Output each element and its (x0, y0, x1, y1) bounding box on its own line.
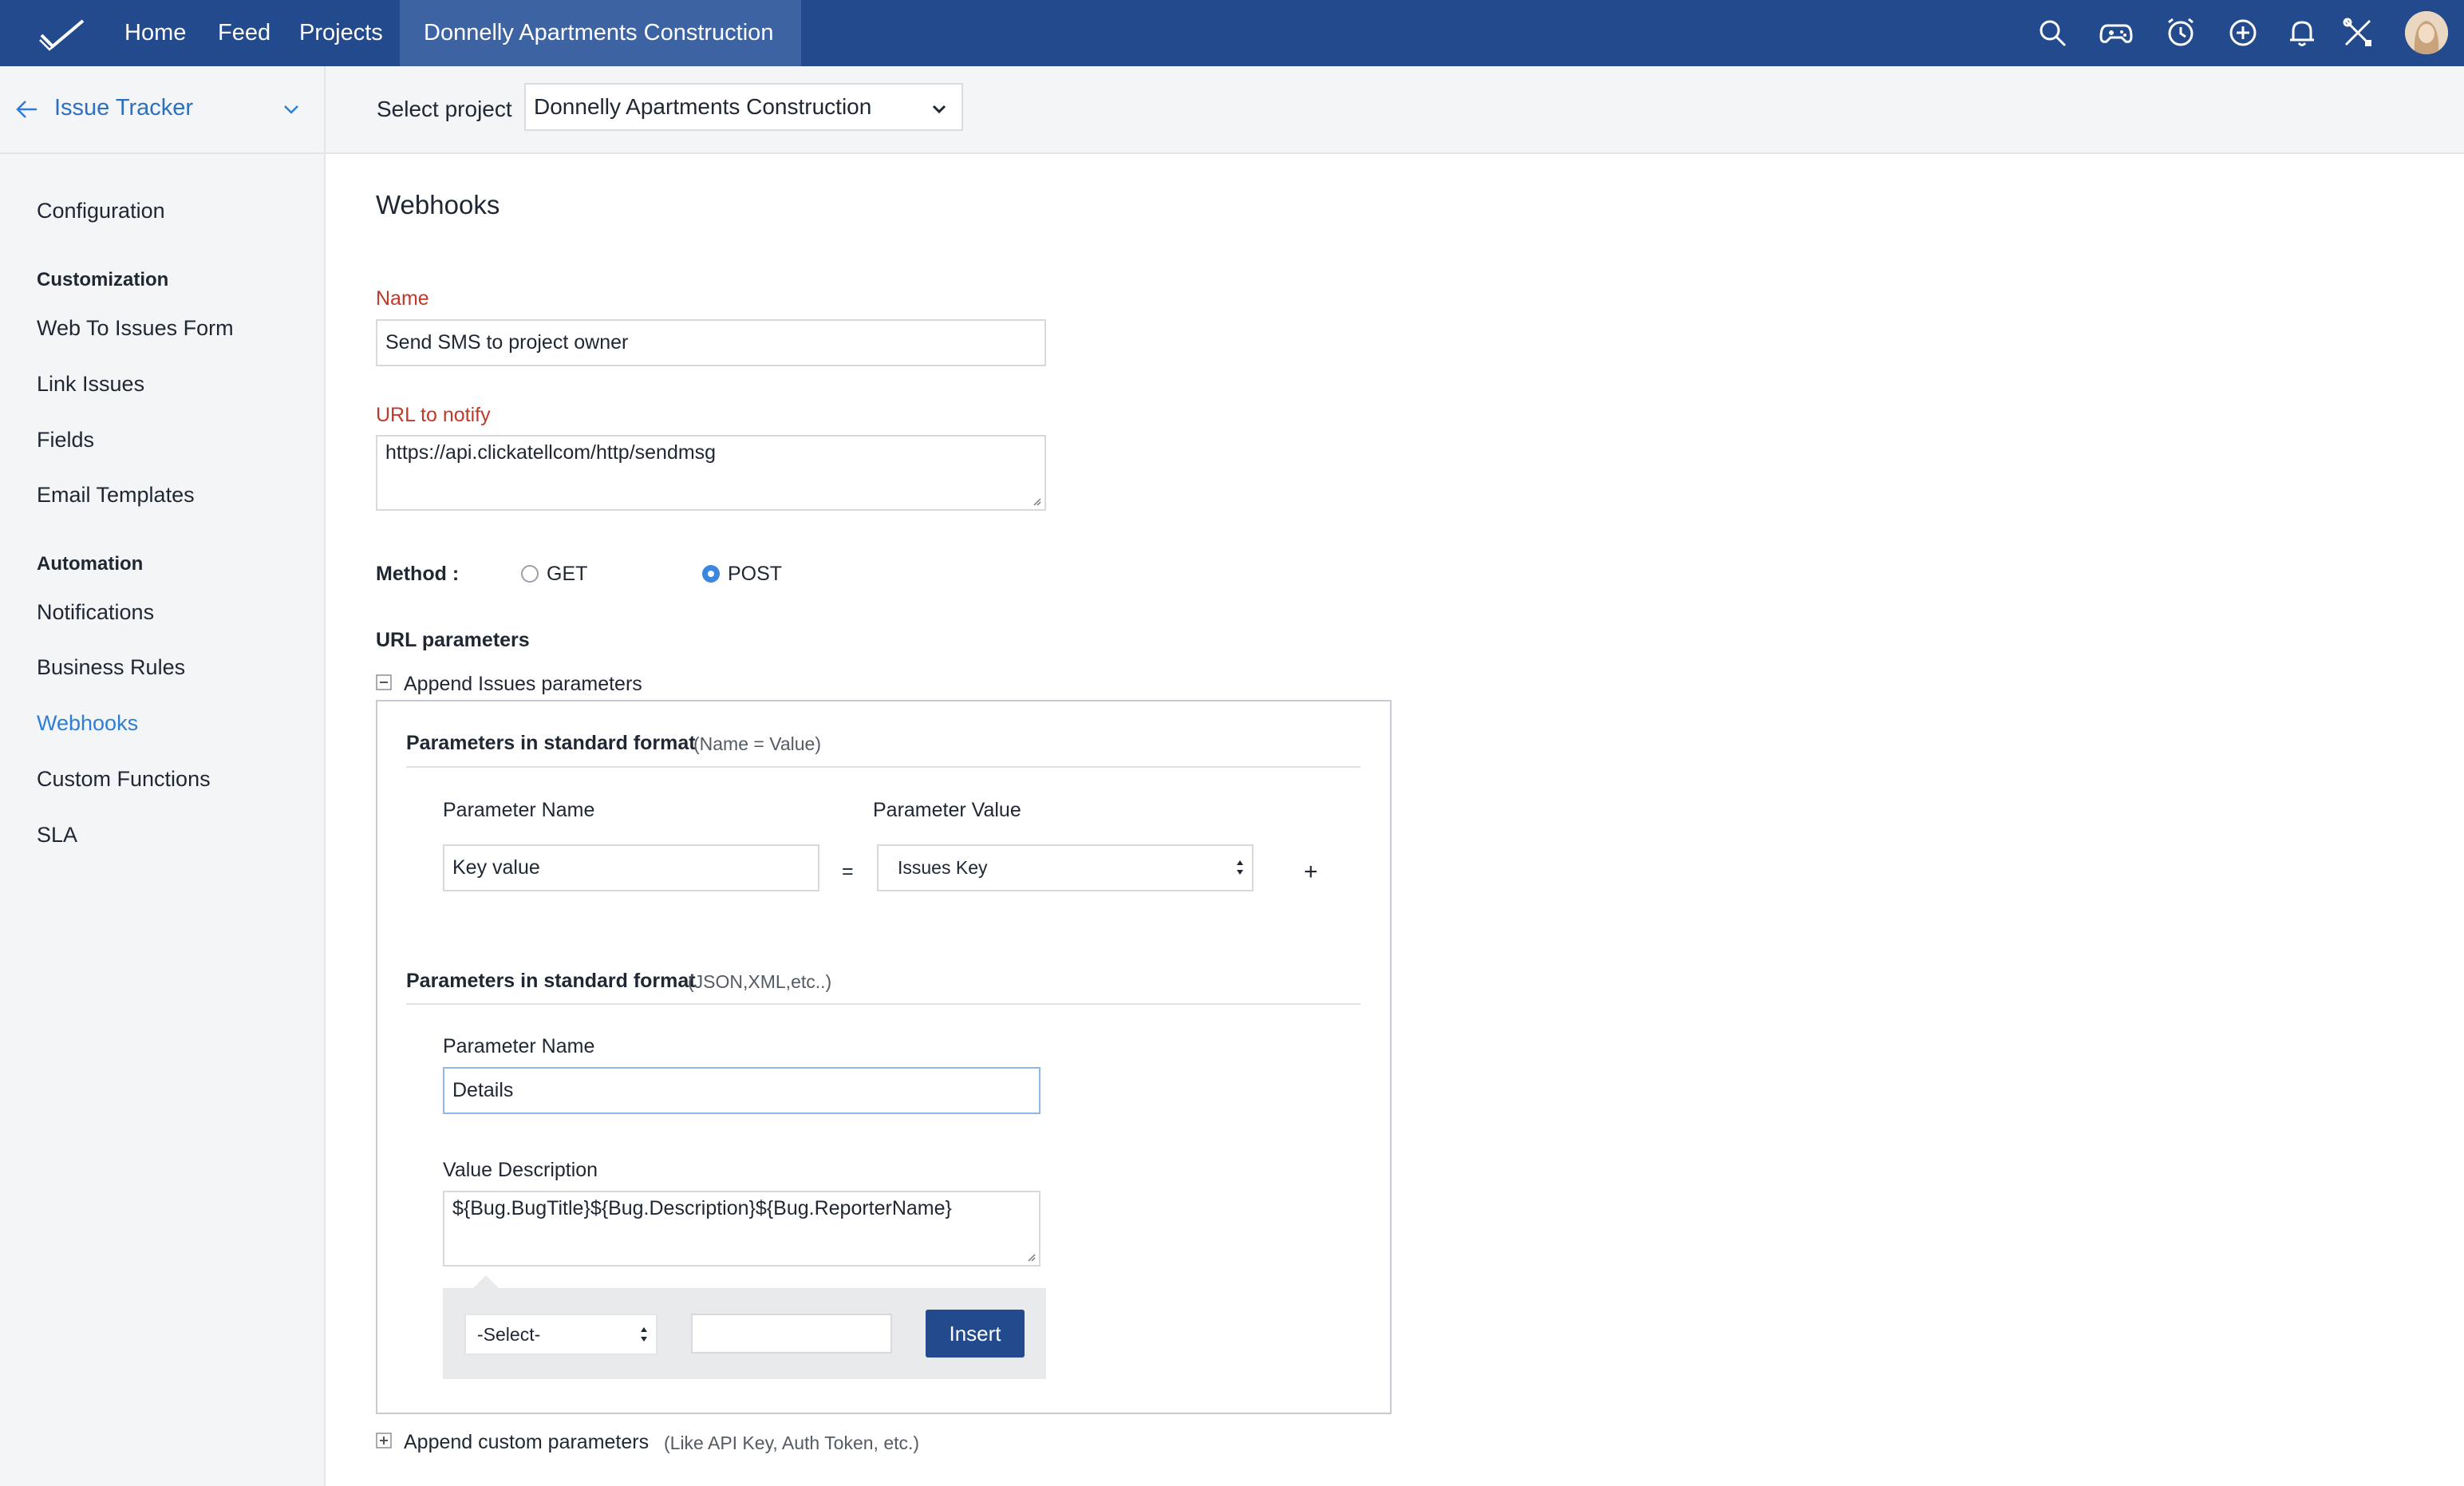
name-input[interactable]: Send SMS to project owner (376, 319, 1046, 366)
url-textarea[interactable]: https://api.clickatellcom/http/sendmsg (376, 435, 1046, 511)
param-name-label: Parameter Name (443, 799, 595, 821)
nav-home[interactable]: Home (124, 0, 186, 66)
sidebar-group-automation: Automation (37, 553, 144, 575)
url-label: URL to notify (376, 404, 491, 426)
name-input-value: Send SMS to project owner (385, 331, 629, 354)
project-select-chevron-icon (932, 105, 946, 114)
value-description-label: Value Description (443, 1159, 598, 1181)
chevron-down-icon[interactable] (282, 104, 300, 115)
custom-param-name-input-value: Details (452, 1079, 514, 1101)
resize-handle-icon[interactable] (1032, 496, 1041, 506)
gamepad-icon[interactable] (2099, 16, 2133, 49)
append-issues-label[interactable]: Append Issues parameters (404, 673, 642, 696)
custom-param-name-input[interactable]: Details (443, 1067, 1040, 1114)
name-label: Name (376, 287, 429, 310)
divider (406, 1003, 1360, 1005)
expand-plus-icon[interactable] (376, 1433, 392, 1448)
project-select-value: Donnelly Apartments Construction (534, 94, 872, 119)
value-description-textarea[interactable]: ${Bug.BugTitle}${Bug.Description}${Bug.R… (443, 1191, 1040, 1267)
sidebar-item-configuration[interactable]: Configuration (37, 199, 165, 223)
standard-format-hint: (Name = Value) (693, 733, 822, 754)
param-value-select-value: Issues Key (898, 857, 988, 878)
param-name-input[interactable]: Key value (443, 844, 819, 891)
resize-handle-icon[interactable] (1026, 1252, 1036, 1262)
value-description-value: ${Bug.BugTitle}${Bug.Description}${Bug.R… (452, 1197, 952, 1219)
nav-feed[interactable]: Feed (218, 0, 270, 66)
append-custom-label[interactable]: Append custom parameters (404, 1431, 649, 1454)
custom-format-title: Parameters in standard format (406, 970, 696, 992)
method-get-radio[interactable] (521, 565, 539, 583)
project-select[interactable]: Donnelly Apartments Construction (524, 83, 963, 131)
variable-select[interactable]: -Select- (464, 1314, 657, 1355)
url-textarea-value: https://api.clickatellcom/http/sendmsg (385, 441, 717, 464)
method-post-label[interactable]: POST (728, 563, 782, 586)
sidebar-item-custom-functions[interactable]: Custom Functions (37, 767, 211, 792)
avatar[interactable] (2405, 11, 2448, 54)
nav-projects[interactable]: Projects (299, 0, 383, 66)
nav-active-project-label: Donnelly Apartments Construction (424, 20, 774, 45)
sidebar-item-email-templates[interactable]: Email Templates (37, 483, 195, 508)
divider (406, 766, 1360, 768)
append-custom-hint: (Like API Key, Auth Token, etc.) (664, 1433, 920, 1453)
page-title: Webhooks (376, 190, 500, 219)
insert-bar-pointer (472, 1275, 500, 1289)
sidebar-item-link-issues[interactable]: Link Issues (37, 372, 144, 397)
add-parameter-button[interactable]: + (1304, 859, 1318, 886)
bell-icon[interactable] (2285, 16, 2319, 49)
clock-icon[interactable] (2164, 16, 2197, 49)
custom-param-name-label: Parameter Name (443, 1035, 595, 1057)
select-project-label: Select project (377, 97, 512, 121)
back-arrow-icon[interactable] (14, 99, 38, 120)
sidebar-title[interactable]: Issue Tracker (54, 95, 193, 121)
select-arrows-icon (641, 1327, 647, 1342)
method-post-radio[interactable] (702, 565, 720, 583)
sidebar-group-customization: Customization (37, 269, 169, 290)
sidebar-item-notifications[interactable]: Notifications (37, 600, 154, 625)
insert-text-input[interactable] (691, 1314, 892, 1354)
select-arrows-icon (1237, 860, 1243, 875)
param-value-select[interactable]: Issues Key (877, 844, 1254, 891)
method-get-label[interactable]: GET (547, 563, 587, 586)
standard-format-title: Parameters in standard format (406, 732, 696, 754)
user-avatar-icon (2405, 11, 2448, 54)
insert-button-label: Insert (949, 1321, 1001, 1346)
add-circle-icon[interactable] (2226, 16, 2260, 49)
tools-icon[interactable] (2341, 16, 2375, 49)
sidebar-item-fields[interactable]: Fields (37, 428, 94, 453)
sidebar-item-sla[interactable]: SLA (37, 823, 77, 848)
param-name-input-value: Key value (452, 856, 540, 879)
custom-format-hint: (JSON,XML,etc..) (688, 971, 832, 992)
sidebar-item-web-to-issues-form[interactable]: Web To Issues Form (37, 316, 234, 341)
sidebar-item-business-rules[interactable]: Business Rules (37, 655, 185, 680)
insert-button[interactable]: Insert (926, 1310, 1025, 1358)
sidebar-item-webhooks[interactable]: Webhooks (37, 711, 138, 736)
app-logo-icon[interactable] (38, 16, 86, 51)
url-parameters-label: URL parameters (376, 629, 530, 651)
variable-select-value: -Select- (477, 1323, 541, 1345)
collapse-minus-icon[interactable] (376, 674, 392, 690)
search-icon[interactable] (2036, 16, 2069, 49)
param-value-label: Parameter Value (873, 799, 1021, 821)
equals-sign: = (842, 860, 854, 883)
method-label: Method : (376, 563, 460, 585)
